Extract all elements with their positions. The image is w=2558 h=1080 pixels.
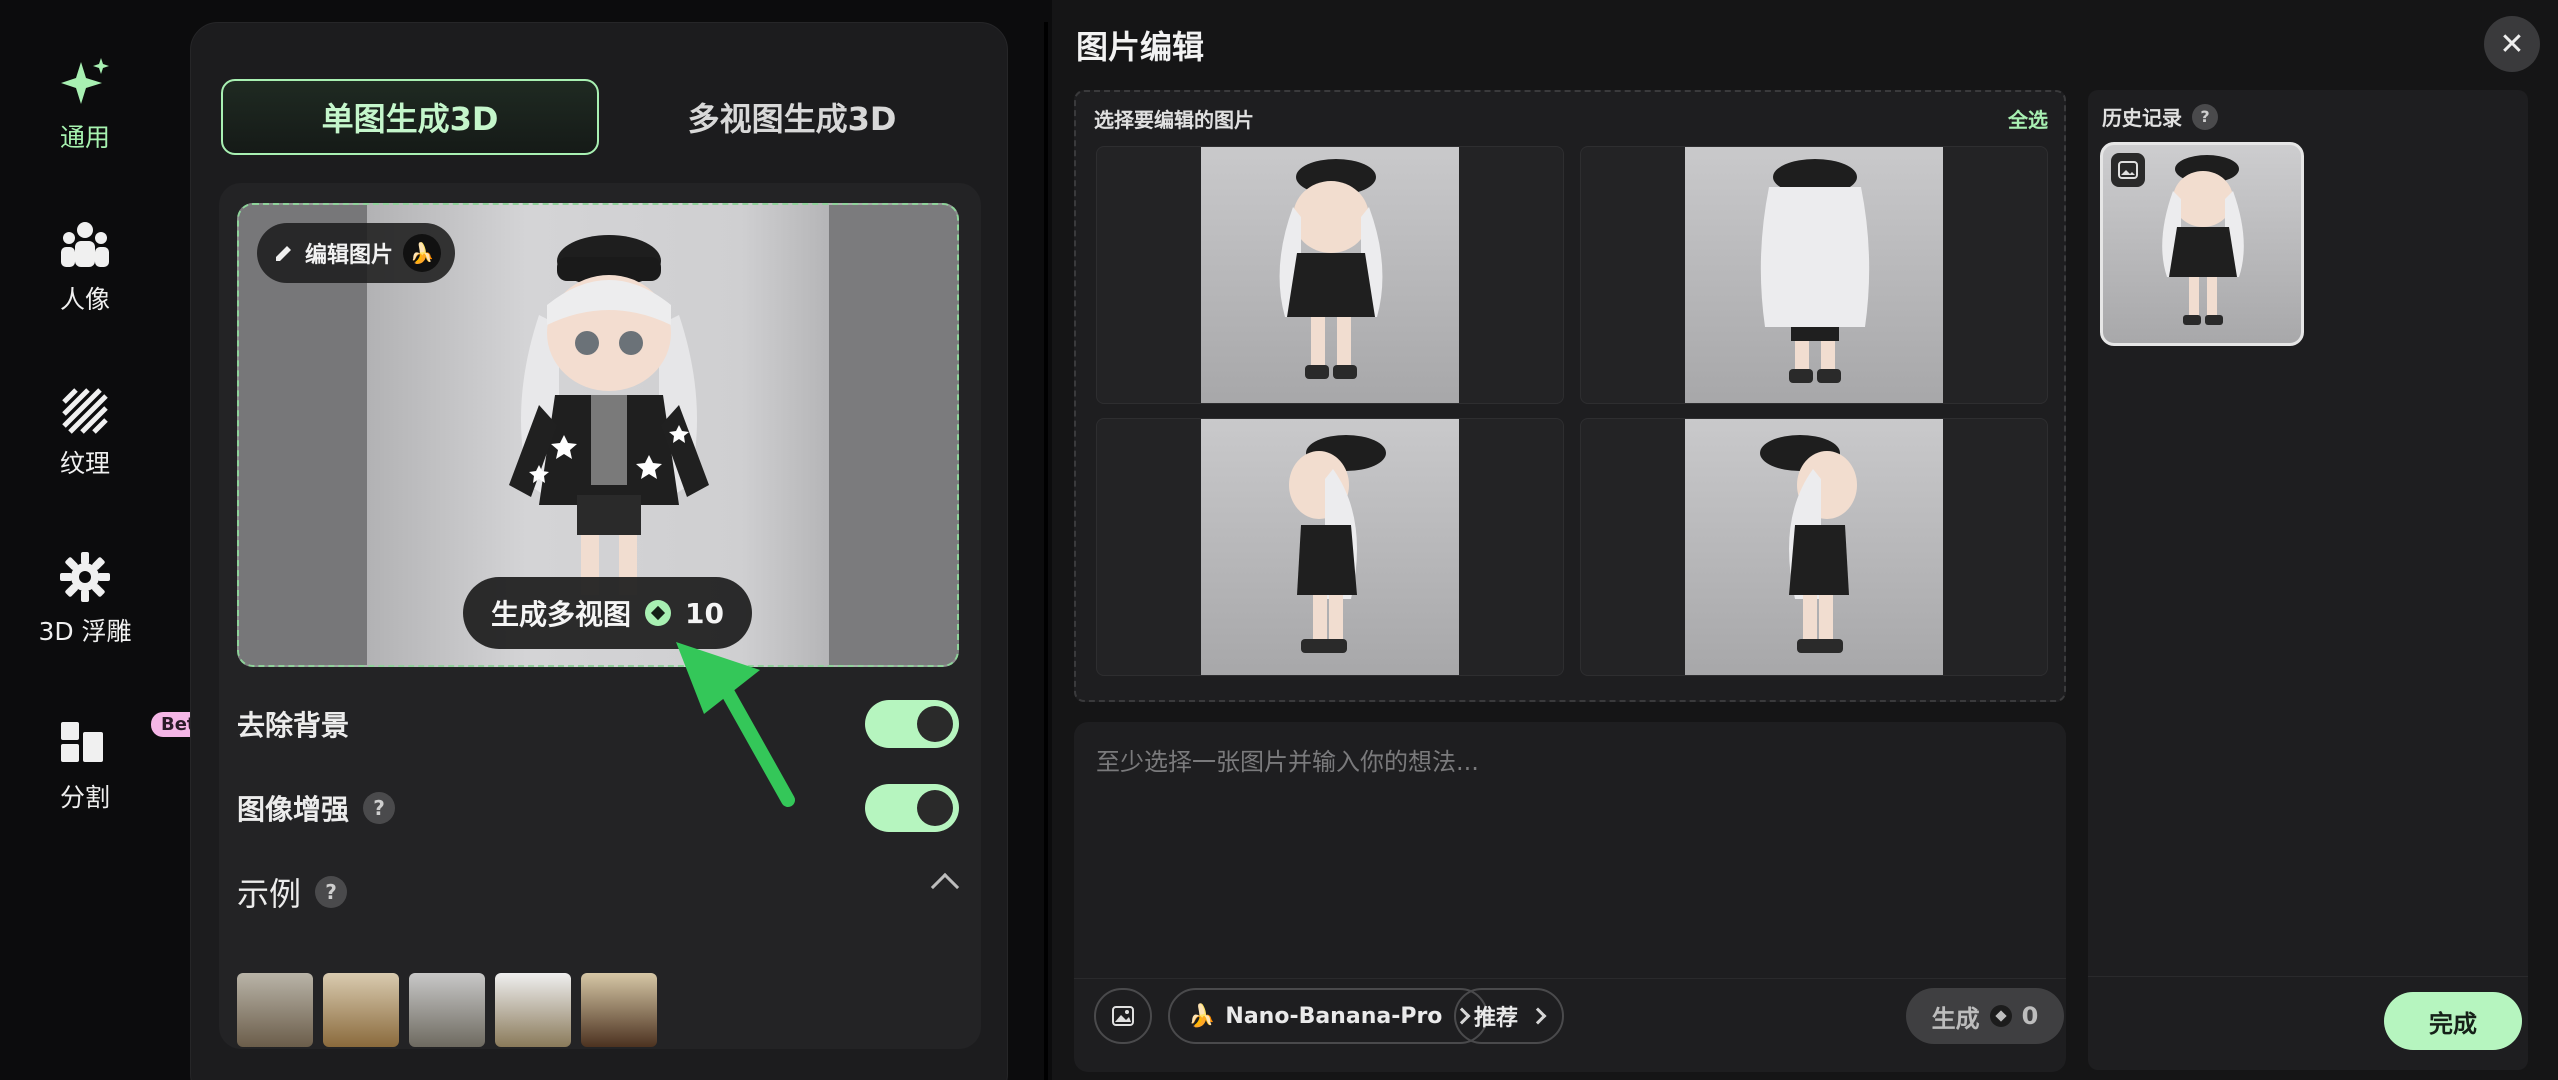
image-selection-area: 选择要编辑的图片 全选 xyxy=(1074,90,2066,702)
generate-multiview-cost: 10 xyxy=(685,596,724,630)
select-header: 选择要编辑的图片 xyxy=(1094,108,1254,132)
character-view-image xyxy=(1760,159,1870,383)
generate-label: 生成 xyxy=(1931,1004,1980,1033)
character-view-image xyxy=(1289,435,1386,653)
history-header: 历史记录 ? xyxy=(2102,102,2218,131)
gear-icon xyxy=(60,552,110,602)
rail-item-texture[interactable]: 纹理 xyxy=(0,388,170,480)
view-left[interactable] xyxy=(1096,418,1564,676)
rail-item-relief[interactable]: 3D 浮雕 xyxy=(0,552,170,648)
history-panel: 历史记录 ? 完成 xyxy=(2088,90,2528,1070)
chevron-right-icon xyxy=(1529,1007,1547,1025)
select-all-button[interactable]: 全选 xyxy=(2008,104,2048,133)
panel-divider xyxy=(1044,22,1048,1080)
remove-bg-toggle[interactable] xyxy=(865,700,959,748)
texture-icon xyxy=(62,388,108,434)
rail-item-segment[interactable]: Beta 分割 xyxy=(0,712,218,814)
dialog-title: 图片编辑 xyxy=(1076,28,1205,66)
view-front[interactable] xyxy=(1096,146,1564,404)
input-card: 编辑图片 🍌 生成多视图 10 去除背景 图像增强 ? 示例 ? xyxy=(219,183,981,1049)
credit-icon xyxy=(1989,1005,2012,1027)
example-scorpion[interactable] xyxy=(495,973,571,1047)
rail-label-general: 通用 xyxy=(59,123,110,152)
rail-item-general[interactable]: 通用 xyxy=(0,56,170,154)
credit-icon xyxy=(645,600,672,626)
mode-tabs: 单图生成3D 多视图生成3D xyxy=(221,79,981,157)
example-dragon[interactable] xyxy=(409,973,485,1047)
character-view-image xyxy=(1760,435,1857,653)
help-icon[interactable]: ? xyxy=(315,876,348,908)
pointer-arrow-icon xyxy=(676,642,795,807)
examples-label: 示例 xyxy=(237,875,302,913)
help-icon[interactable]: ? xyxy=(363,792,396,824)
image-preview[interactable]: 编辑图片 🍌 生成多视图 10 xyxy=(237,203,959,667)
remove-bg-row: 去除背景 xyxy=(237,699,959,749)
model-label: Nano-Banana-Pro xyxy=(1225,1003,1443,1029)
generate-panel: 单图生成3D 多视图生成3D 编辑图片 🍌 生成多视图 10 去除背景 图像增强… xyxy=(190,22,1008,1080)
help-icon[interactable]: ? xyxy=(2192,103,2218,130)
rail-label-texture: 纹理 xyxy=(59,449,110,478)
banana-icon: 🍌 xyxy=(403,234,442,272)
example-chest[interactable] xyxy=(581,973,657,1047)
generate-button[interactable]: 生成 0 xyxy=(1906,988,2064,1044)
sparkle-icon xyxy=(61,58,109,104)
generate-multiview-label: 生成多视图 xyxy=(491,598,632,631)
edit-image-label: 编辑图片 xyxy=(305,243,394,268)
pencil-icon xyxy=(276,246,291,261)
examples-row: 示例 ? xyxy=(237,867,960,917)
view-right[interactable] xyxy=(1580,418,2048,676)
app-root: 通用 人像 纹理 3D 浮雕 Beta 分割 单图生成3D 多视图生成3D 编辑… xyxy=(0,0,2558,1080)
enhance-row: 图像增强 ? xyxy=(237,783,959,833)
recommend-button[interactable]: 推荐 xyxy=(1454,988,1565,1044)
chevron-up-icon[interactable] xyxy=(930,872,960,902)
rail-label-portrait: 人像 xyxy=(59,285,110,314)
rail-item-portrait[interactable]: 人像 xyxy=(0,220,170,316)
recommend-label: 推荐 xyxy=(1474,1006,1519,1031)
left-rail: 通用 人像 纹理 3D 浮雕 Beta 分割 xyxy=(0,0,218,1080)
image-editor-dialog: 图片编辑 ✕ 选择要编辑的图片 全选 至少选择一张图片并输入你的想法... 🍌 … xyxy=(1052,0,2558,1080)
banana-icon: 🍌 xyxy=(1188,1003,1216,1029)
done-button[interactable]: 完成 xyxy=(2384,992,2522,1050)
prompt-input-area[interactable]: 至少选择一张图片并输入你的想法... 🍌 Nano-Banana-Pro 推荐 … xyxy=(1074,722,2066,1072)
view-back[interactable] xyxy=(1580,146,2048,404)
tab-single-image-3d[interactable]: 单图生成3D xyxy=(221,79,599,155)
example-castle[interactable] xyxy=(237,973,313,1047)
history-item[interactable] xyxy=(2100,142,2304,346)
enhance-label: 图像增强 xyxy=(237,793,350,826)
rail-label-relief: 3D 浮雕 xyxy=(38,617,132,646)
remove-bg-label: 去除背景 xyxy=(237,709,350,742)
image-icon xyxy=(1112,1006,1134,1026)
prompt-placeholder: 至少选择一张图片并输入你的想法... xyxy=(1096,748,1479,776)
enhance-toggle[interactable] xyxy=(865,784,959,832)
image-icon xyxy=(2111,153,2145,187)
people-icon xyxy=(61,222,109,267)
history-label: 历史记录 xyxy=(2102,106,2182,130)
close-button[interactable]: ✕ xyxy=(2484,16,2540,72)
rail-label-segment: 分割 xyxy=(59,783,110,812)
edit-image-button[interactable]: 编辑图片 🍌 xyxy=(257,223,456,283)
example-thumbnails xyxy=(237,973,657,1047)
model-selector[interactable]: 🍌 Nano-Banana-Pro xyxy=(1168,988,1489,1044)
character-view-image xyxy=(1279,159,1383,379)
generate-cost: 0 xyxy=(2021,1002,2039,1030)
tab-multi-view-3d[interactable]: 多视图生成3D xyxy=(603,79,981,155)
example-warrior[interactable] xyxy=(323,973,399,1047)
segment-icon xyxy=(61,722,103,762)
upload-image-button[interactable] xyxy=(1094,988,1152,1044)
